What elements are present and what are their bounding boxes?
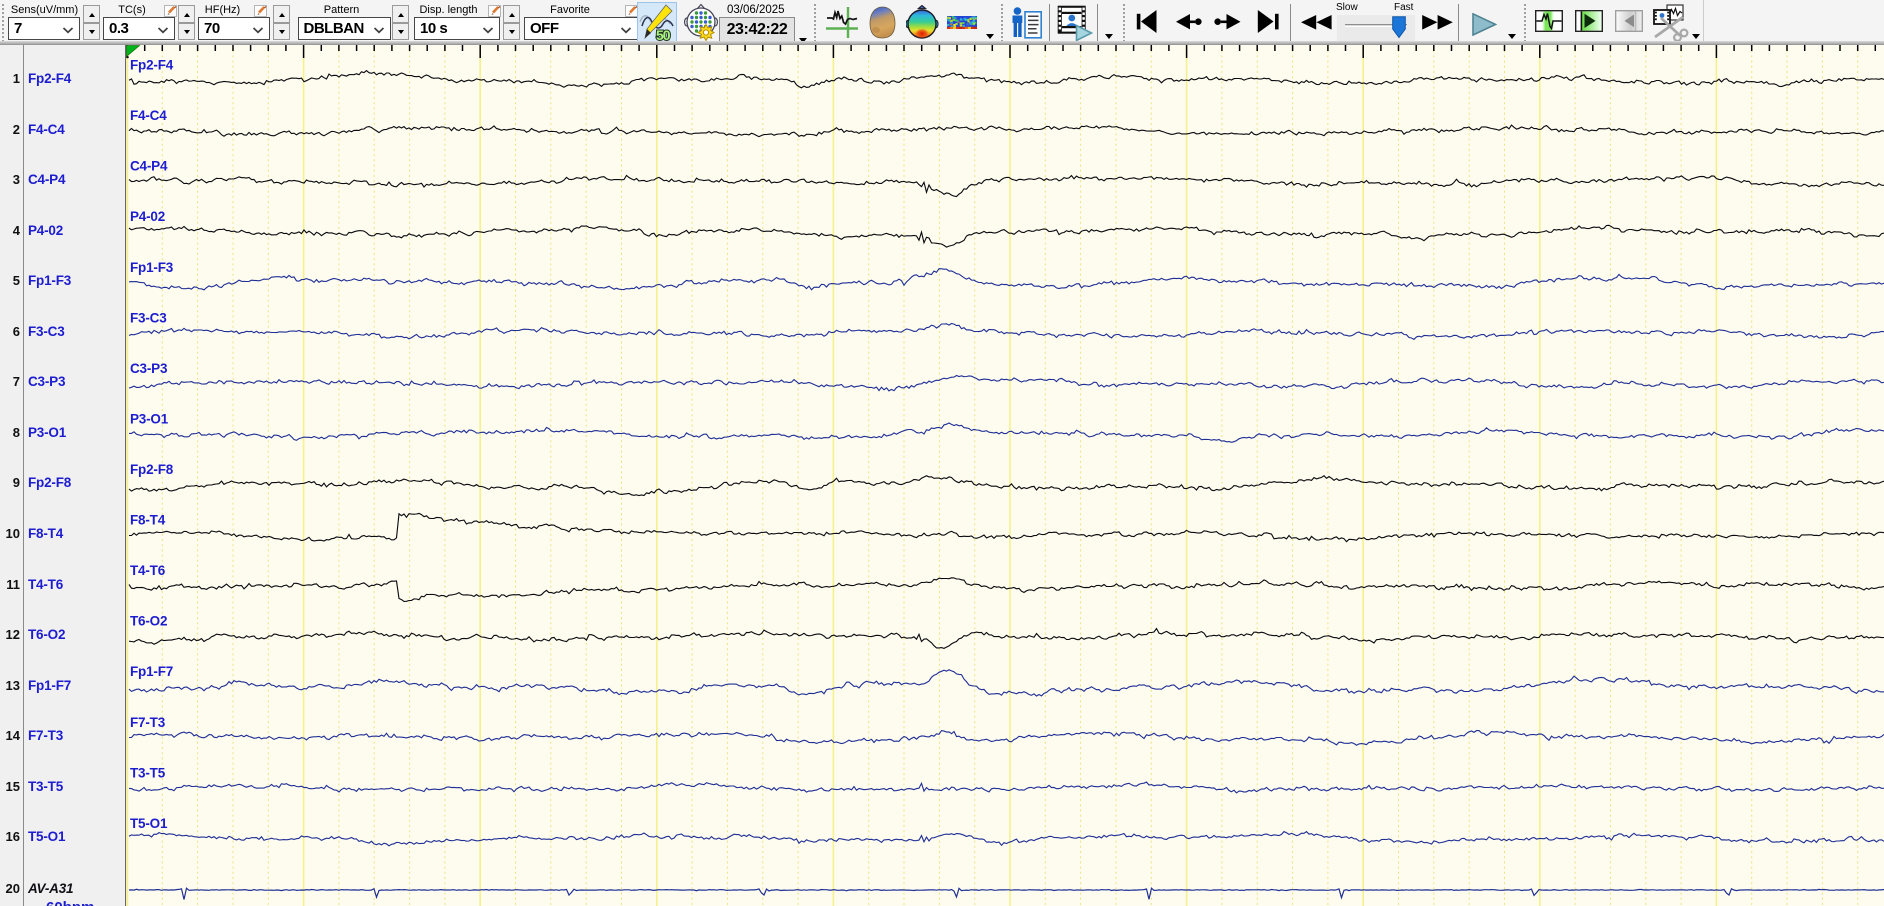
- svg-text:F7-T3: F7-T3: [130, 715, 166, 730]
- svg-text:Fp2-F4: Fp2-F4: [130, 58, 174, 73]
- svg-text:Fp2-F8: Fp2-F8: [130, 462, 174, 477]
- svg-text:C3-P3: C3-P3: [130, 361, 168, 376]
- svg-text:F8-T4: F8-T4: [130, 513, 166, 528]
- svg-text:T3-T5: T3-T5: [130, 765, 166, 780]
- svg-text:F3-C3: F3-C3: [130, 310, 167, 325]
- svg-text:P4-02: P4-02: [130, 209, 165, 224]
- svg-text:F4-C4: F4-C4: [130, 108, 167, 123]
- svg-text:T5-O1: T5-O1: [130, 816, 168, 831]
- svg-text:T6-O2: T6-O2: [130, 614, 167, 629]
- svg-text:Fp1-F3: Fp1-F3: [130, 260, 174, 275]
- svg-text:50: 50: [656, 27, 671, 42]
- svg-text:T4-T6: T4-T6: [130, 563, 166, 578]
- svg-text:P3-O1: P3-O1: [130, 411, 169, 426]
- svg-text:Fp1-F7: Fp1-F7: [130, 664, 173, 679]
- svg-text:C4-P4: C4-P4: [130, 159, 168, 174]
